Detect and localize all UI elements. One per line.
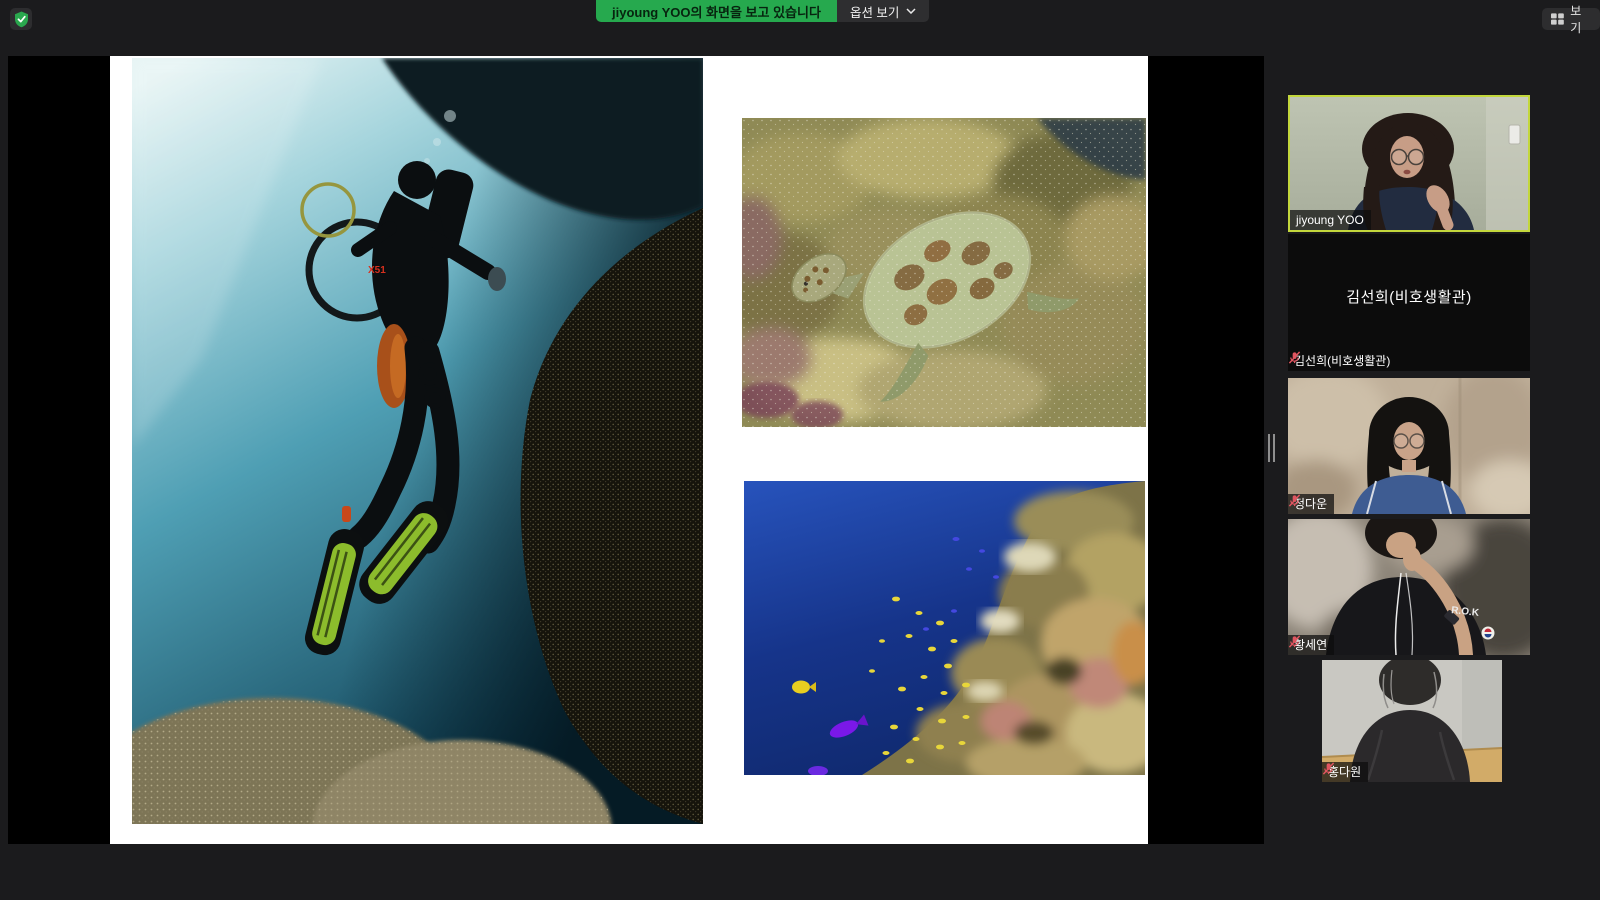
- participant-name: 김선희(비호생활관): [1294, 354, 1390, 368]
- participant-name-label: 황세연: [1288, 635, 1334, 655]
- participant-name-label: 홍다원: [1322, 762, 1368, 782]
- participant-tile-kim-sunhee[interactable]: 김선희(비호생활관) 김선희(비호생활관): [1288, 234, 1530, 371]
- toolbar: [0, 844, 1600, 900]
- shield-check-icon: [14, 11, 29, 28]
- security-shield-button[interactable]: [10, 8, 32, 30]
- muted-mic-icon: [1322, 762, 1335, 775]
- view-button[interactable]: 보기: [1542, 8, 1600, 30]
- participant-tile-jiyoung-yoo[interactable]: jiyoung YOO: [1288, 95, 1530, 232]
- chevron-down-icon: [906, 8, 916, 14]
- photo-sea-turtle: [742, 118, 1146, 427]
- photo-coral-reef: [744, 481, 1145, 775]
- banner-text: jiyoung YOO의 화면을 보고 있습니다: [596, 0, 837, 22]
- diver-gear-label: X51: [368, 265, 386, 276]
- view-options-label: 옵션 보기: [850, 2, 899, 21]
- view-options-button[interactable]: 옵션 보기: [837, 0, 929, 22]
- participant-name: jiyoung YOO: [1296, 213, 1364, 227]
- screen-share-banner: jiyoung YOO의 화면을 보고 있습니다 옵션 보기: [596, 0, 929, 22]
- muted-mic-icon: [1288, 351, 1301, 364]
- participant-name-label: 김선희(비호생활관): [1288, 351, 1397, 371]
- view-button-label: 보기: [1570, 2, 1591, 36]
- top-bar: jiyoung YOO의 화면을 보고 있습니다 옵션 보기 보기: [0, 0, 1600, 56]
- participant-display-name: 김선희(비호생활관): [1288, 286, 1530, 307]
- presentation-slide: X51: [110, 56, 1148, 844]
- shared-screen: X51: [8, 56, 1264, 844]
- participant-tile-jung-dawoon[interactable]: 정다운: [1288, 378, 1530, 514]
- grid-view-icon: [1551, 13, 1564, 25]
- photo-scuba-diver: X51: [132, 58, 703, 824]
- zoom-meeting-window: jiyoung YOO의 화면을 보고 있습니다 옵션 보기 보기: [0, 0, 1600, 900]
- muted-mic-icon: [1288, 494, 1301, 507]
- muted-mic-icon: [1288, 635, 1301, 648]
- participant-name-label: 정다운: [1288, 494, 1334, 514]
- panel-resize-handle[interactable]: [1268, 434, 1276, 462]
- participant-name-label: jiyoung YOO: [1290, 210, 1371, 230]
- participant-tile-hwang-seyeon[interactable]: R.O.K 황세연: [1288, 519, 1530, 655]
- participant-tile-hong-dawon[interactable]: 홍다원: [1322, 660, 1502, 782]
